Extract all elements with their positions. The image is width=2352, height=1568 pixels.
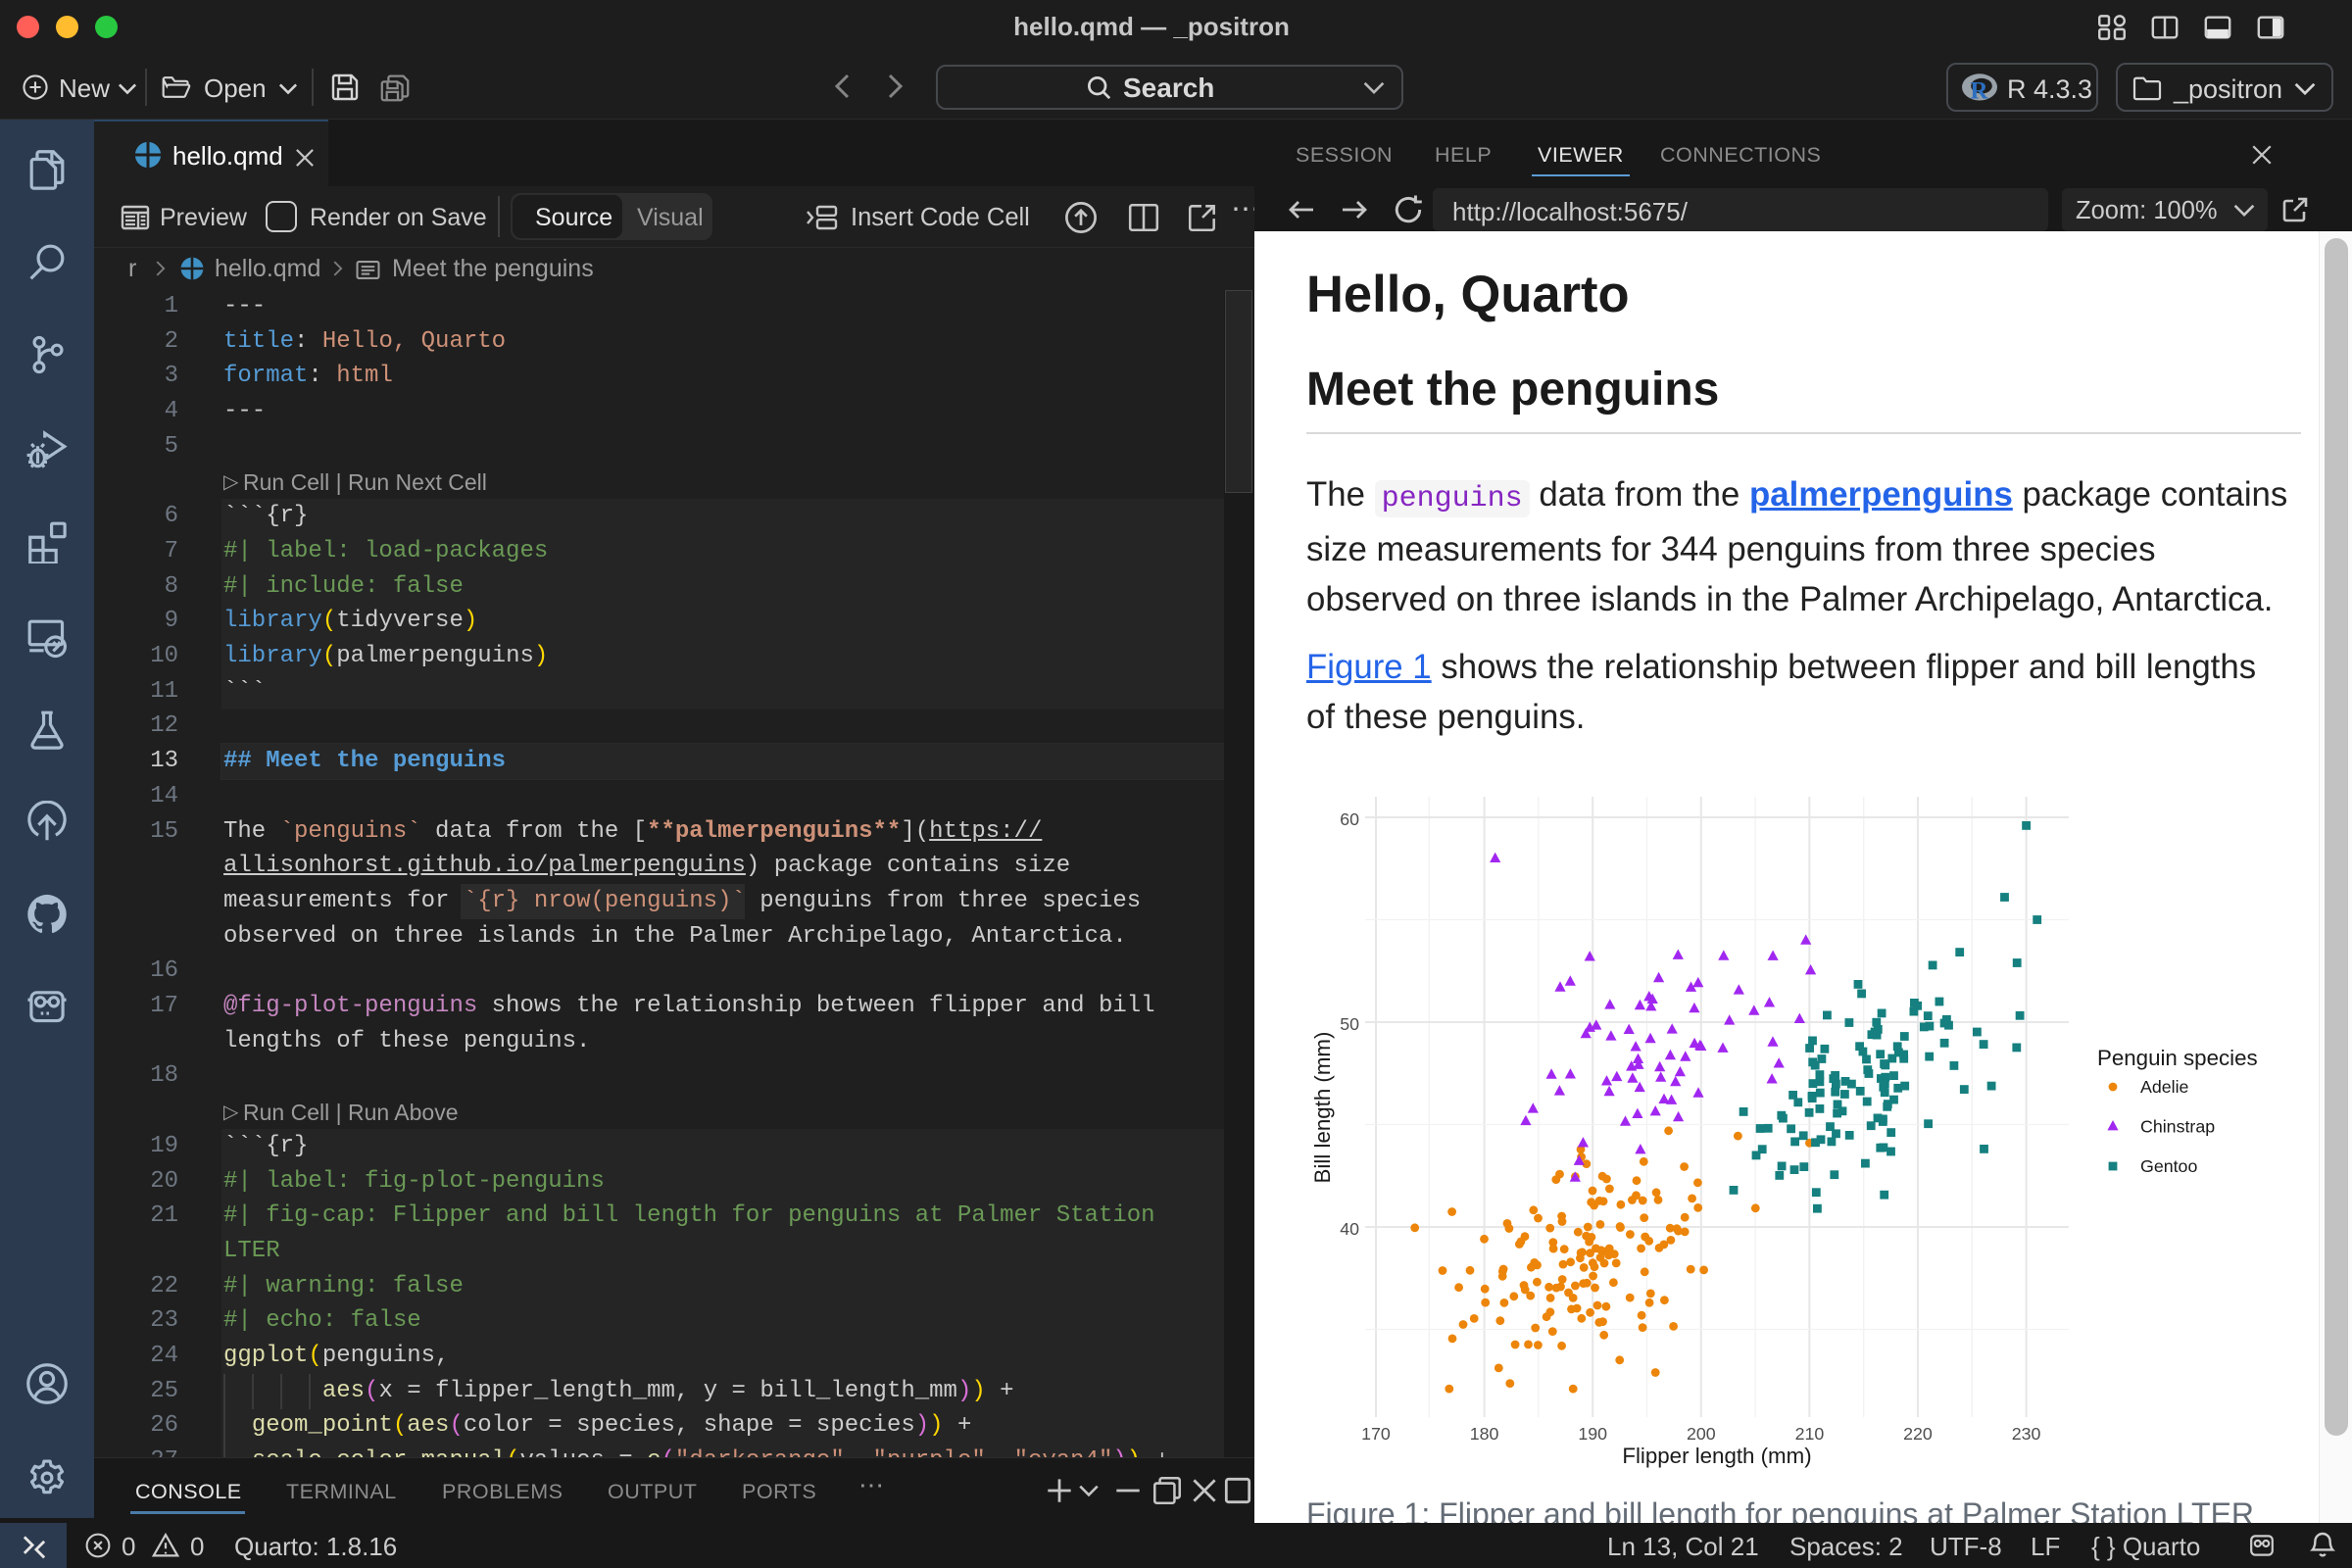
svg-text:Bill length (mm): Bill length (mm)	[1310, 1032, 1335, 1184]
svg-text:230: 230	[2012, 1424, 2041, 1444]
svg-text:Gentoo: Gentoo	[2140, 1156, 2197, 1176]
svg-text:170: 170	[1361, 1424, 1391, 1444]
svg-text:180: 180	[1470, 1424, 1499, 1444]
svg-text:190: 190	[1578, 1424, 1607, 1444]
svg-text:50: 50	[1340, 1014, 1359, 1034]
svg-text:Flipper length (mm): Flipper length (mm)	[1622, 1444, 1811, 1468]
svg-text:220: 220	[1903, 1424, 1933, 1444]
svg-text:Adelie: Adelie	[2140, 1077, 2189, 1097]
svg-text:60: 60	[1340, 809, 1359, 829]
svg-text:200: 200	[1687, 1424, 1716, 1444]
svg-text:210: 210	[1795, 1424, 1825, 1444]
svg-text:R: R	[1970, 78, 1988, 104]
svg-text:Chinstrap: Chinstrap	[2140, 1117, 2215, 1137]
svg-text:40: 40	[1340, 1219, 1359, 1239]
svg-text:Penguin species: Penguin species	[2097, 1046, 2258, 1070]
